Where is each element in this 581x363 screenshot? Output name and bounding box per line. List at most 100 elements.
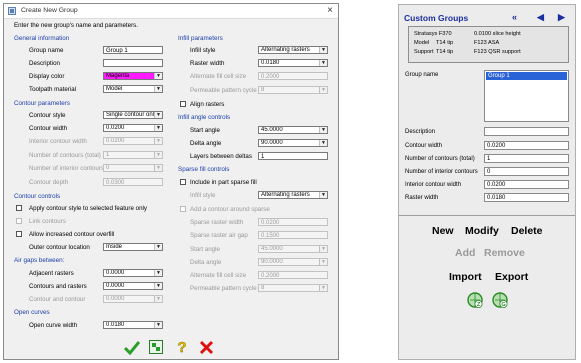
delta-angle-select[interactable]: 90.0000 ▼ [258,139,328,147]
sparse-infill-style-select[interactable]: Alternating rasters ▼ [258,191,328,199]
section-sparse-fill: Sparse fill controls [178,166,230,173]
sparse-permeable-cycle-value: 8 [261,285,265,291]
outer-contour-location-select[interactable]: Inside ▼ [103,243,163,251]
contour-style-label: Contour style [29,112,66,119]
preview-icon[interactable] [149,340,163,354]
prop-label: Raster width [405,195,439,201]
description-field[interactable] [103,59,163,67]
list-item[interactable]: Group 1 [486,72,567,80]
contour-depth-field[interactable]: 0.0300 [103,178,163,186]
sparse-alt-fill-cell-field[interactable]: 0.2000 [258,271,328,279]
section-contour-params: Contour parameters [14,100,70,107]
help-icon[interactable]: ? [176,339,188,355]
svg-text:?: ? [177,339,186,355]
prop-value [484,127,569,136]
add-button[interactable]: Add [455,247,475,259]
number-interior-contours-select[interactable]: 0 ▼ [103,164,163,172]
next-icon[interactable]: ▶ [558,12,565,23]
new-button[interactable]: New [432,225,454,237]
prop-label: Interior contour width [405,182,462,188]
outer-contour-location-label: Outer contour location [29,244,90,251]
add-contour-sparse-checkbox[interactable] [180,206,186,212]
slice-height: 0.0100 slice height [474,31,521,37]
sparse-start-angle-select[interactable]: 45.0000 ▼ [258,245,328,253]
adjacent-rasters-value: 0.0000 [106,270,125,276]
display-color-value: Magenta [106,73,130,79]
infill-style-select[interactable]: Alternating rasters ▼ [258,46,328,54]
chevron-down-icon: ▼ [319,60,327,66]
contour-width-label: Contour width [29,125,68,132]
adjacent-rasters-select[interactable]: 0.0000 ▼ [103,269,163,277]
display-color-select[interactable]: Magenta ▼ [103,72,163,80]
contours-and-rasters-value: 0.0000 [106,283,125,289]
align-rasters-checkbox[interactable] [180,101,186,107]
link-contours-checkbox[interactable] [16,218,22,224]
first-icon[interactable]: « [512,12,517,22]
toolpath-material-label: Toolpath material [29,86,77,93]
sparse-start-angle-label: Start angle [190,246,220,253]
open-curve-width-select[interactable]: 0.0180 ▼ [103,321,163,329]
permeable-cycle-select[interactable]: 8 ▼ [258,86,328,94]
svg-text:G: G [501,302,505,308]
add-contour-sparse-label: Add a contour around sparse [190,206,270,213]
modify-button[interactable]: Modify [465,225,499,237]
group-list[interactable]: Group 1 [484,70,569,122]
include-sparse-label: Include in part sparse fill [190,179,257,186]
prev-icon[interactable]: ◀ [537,12,544,23]
support-label: Support [414,49,434,55]
include-sparse-checkbox[interactable] [180,179,186,185]
contour-and-contour-select[interactable]: 0.0000 ▼ [103,295,163,303]
permeable-cycle-value: 8 [261,87,265,93]
chevron-down-icon: ▼ [319,259,327,265]
cancel-icon[interactable] [199,340,214,355]
interior-contour-width-select[interactable]: 0.0200 ▼ [103,137,163,145]
prop-value: 0 [484,167,569,176]
open-curve-width-label: Open curve width [29,322,78,329]
number-contours-total-select[interactable]: 1 ▼ [103,151,163,159]
allow-overfill-checkbox[interactable] [16,231,22,237]
info-row-3: Support T14 tip F123 QSR support [414,49,521,55]
contour-and-contour-label: Contour and contour [29,296,86,303]
layers-between-deltas-field[interactable]: 1 [258,152,328,160]
delete-button[interactable]: Delete [511,225,543,237]
section-infill-angle: Infill angle controls [178,114,231,121]
close-icon[interactable]: × [327,5,333,16]
section-open-curves: Open curves [14,309,50,316]
sparse-delta-angle-select[interactable]: 90.0000 ▼ [258,258,328,266]
contours-and-rasters-select[interactable]: 0.0000 ▼ [103,282,163,290]
printer-info-box: Stratasys F370 0.0100 slice height Model T… [408,26,569,63]
start-angle-select[interactable]: 45.0000 ▼ [258,126,328,134]
sparse-raster-air-gap-field[interactable]: 0.1500 [258,231,328,239]
sparse-raster-width-field[interactable]: 0.0200 [258,218,328,226]
open-curve-width-value: 0.0180 [106,322,125,328]
export-button[interactable]: Export [495,271,528,283]
contour-width-select[interactable]: 0.0200 ▼ [103,124,163,132]
chevron-down-icon: ▼ [154,152,162,158]
raster-width-select[interactable]: 0.0180 ▼ [258,59,328,67]
z-globe-icon[interactable]: Z [467,292,483,308]
app-icon [8,7,16,15]
remove-button[interactable]: Remove [484,247,525,259]
chevron-down-icon: ▼ [319,192,327,198]
sparse-permeable-cycle-select[interactable]: 8 ▼ [258,284,328,292]
group-name-field[interactable]: Group 1 [103,46,163,54]
import-button[interactable]: Import [449,271,482,283]
contour-style-value: Single contour only [106,112,158,118]
layers-between-deltas-label: Layers between deltas [190,153,252,160]
chevron-down-icon: ▼ [319,140,327,146]
check-icon[interactable] [124,340,140,355]
allow-overfill-label: Allow increased contour overfill [29,231,115,238]
chevron-down-icon: ▼ [154,112,162,118]
toolpath-material-select[interactable]: Model ▼ [103,85,163,93]
chevron-down-icon: ▼ [154,270,162,276]
model-label: Model [414,40,430,46]
support-tip: T14 tip [436,49,454,55]
chevron-down-icon: ▼ [154,73,162,79]
g-globe-icon[interactable]: G [492,292,508,308]
contour-style-select[interactable]: Single contour only ▼ [103,111,163,119]
alt-fill-cell-field[interactable]: 0.2000 [258,72,328,80]
chevron-down-icon: ▼ [319,246,327,252]
infill-style-label: Infill style [190,47,216,54]
apply-contour-style-checkbox[interactable] [16,205,22,211]
chevron-down-icon: ▼ [154,322,162,328]
